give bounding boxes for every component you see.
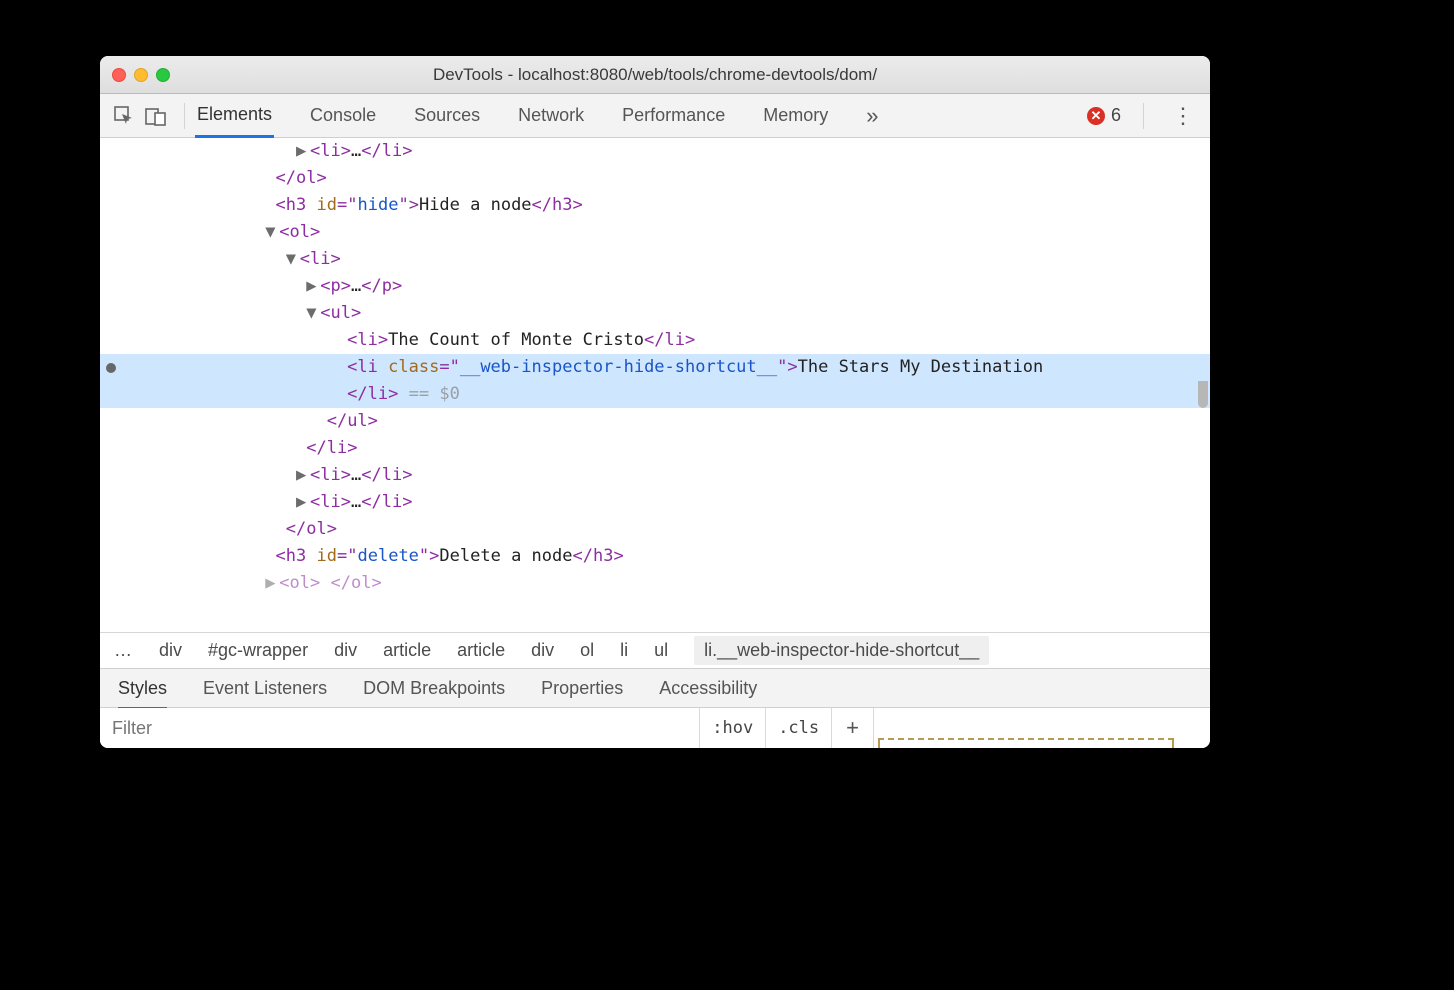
dom-row-selected[interactable]: <li class="__web-inspector-hide-shortcut… [100, 354, 1210, 381]
sidetab-styles[interactable]: Styles [118, 667, 167, 710]
tabs-overflow-icon[interactable]: » [864, 93, 880, 139]
device-toolbar-icon[interactable] [142, 102, 170, 130]
dom-row[interactable]: </ol> [100, 165, 1210, 192]
styles-filter-input[interactable] [100, 708, 700, 748]
dom-row[interactable]: </ul> [100, 408, 1210, 435]
breadcrumb-ellipsis[interactable]: … [114, 640, 133, 661]
hov-toggle[interactable]: :hov [700, 708, 766, 748]
panel-tabs: Elements Console Sources Network Perform… [195, 93, 1087, 139]
window-title: DevTools - localhost:8080/web/tools/chro… [100, 65, 1210, 85]
tab-memory[interactable]: Memory [761, 95, 830, 136]
close-icon[interactable] [112, 68, 126, 82]
sidetab-properties[interactable]: Properties [541, 678, 623, 699]
devtools-window: DevTools - localhost:8080/web/tools/chro… [100, 56, 1210, 748]
breadcrumb-item[interactable]: ol [580, 640, 594, 661]
dom-row[interactable]: <h3 id="hide">Hide a node</h3> [100, 192, 1210, 219]
tab-elements[interactable]: Elements [195, 94, 274, 138]
tab-performance[interactable]: Performance [620, 95, 727, 136]
new-style-rule-icon[interactable]: + [832, 708, 874, 748]
separator [1143, 103, 1144, 129]
minimize-icon[interactable] [134, 68, 148, 82]
cls-toggle[interactable]: .cls [766, 708, 832, 748]
dom-row[interactable]: ▶<li>…</li> [100, 138, 1210, 165]
breadcrumb-item-selected[interactable]: li.__web-inspector-hide-shortcut__ [694, 636, 989, 665]
dom-row[interactable]: </ol> [100, 516, 1210, 543]
main-toolbar: Elements Console Sources Network Perform… [100, 94, 1210, 138]
dom-row[interactable]: ▶<p>…</p> [100, 273, 1210, 300]
breadcrumb[interactable]: … div #gc-wrapper div article article di… [100, 632, 1210, 668]
sidetab-event-listeners[interactable]: Event Listeners [203, 678, 327, 699]
dom-row[interactable]: ▶<li>…</li> [100, 462, 1210, 489]
inspect-icon[interactable] [110, 102, 138, 130]
dom-row[interactable]: <li>The Count of Monte Cristo</li> [100, 327, 1210, 354]
breadcrumb-item[interactable]: div [334, 640, 357, 661]
error-icon: ✕ [1087, 107, 1105, 125]
error-count-badge[interactable]: ✕ 6 [1087, 105, 1121, 126]
margin-edge-icon [878, 738, 1174, 748]
dom-row[interactable]: ▼<li> [100, 246, 1210, 273]
dom-row-selected[interactable]: </li> == $0 [100, 381, 1210, 408]
hidden-node-dot-icon [106, 363, 116, 373]
breadcrumb-item[interactable]: div [531, 640, 554, 661]
breadcrumb-item[interactable]: article [457, 640, 505, 661]
breadcrumb-item[interactable]: article [383, 640, 431, 661]
dom-row[interactable]: <h3 id="delete">Delete a node</h3> [100, 543, 1210, 570]
zoom-icon[interactable] [156, 68, 170, 82]
dom-row[interactable]: </li> [100, 435, 1210, 462]
box-model-preview [874, 708, 1210, 748]
tab-console[interactable]: Console [308, 95, 378, 136]
breadcrumb-item[interactable]: #gc-wrapper [208, 640, 308, 661]
tab-network[interactable]: Network [516, 95, 586, 136]
separator [184, 103, 185, 129]
breadcrumb-item[interactable]: ul [654, 640, 668, 661]
elements-dom-tree[interactable]: ▶<li>…</li> </ol> <h3 id="hide">Hide a n… [100, 138, 1210, 632]
styles-toolbar: :hov .cls + [100, 708, 1210, 748]
breadcrumb-item[interactable]: li [620, 640, 628, 661]
titlebar: DevTools - localhost:8080/web/tools/chro… [100, 56, 1210, 94]
error-count-value: 6 [1111, 105, 1121, 126]
sidetab-dom-breakpoints[interactable]: DOM Breakpoints [363, 678, 505, 699]
dom-row[interactable]: ▼<ol> [100, 219, 1210, 246]
sidetab-accessibility[interactable]: Accessibility [659, 678, 757, 699]
tab-sources[interactable]: Sources [412, 95, 482, 136]
dom-row[interactable]: ▼<ul> [100, 300, 1210, 327]
dom-row[interactable]: ▶<ol> </ol> [100, 570, 1210, 597]
settings-kebab-icon[interactable]: ⋮ [1166, 103, 1200, 129]
traffic-lights [112, 68, 170, 82]
breadcrumb-item[interactable]: div [159, 640, 182, 661]
dom-row[interactable]: ▶<li>…</li> [100, 489, 1210, 516]
sidebar-tabs: Styles Event Listeners DOM Breakpoints P… [100, 668, 1210, 708]
